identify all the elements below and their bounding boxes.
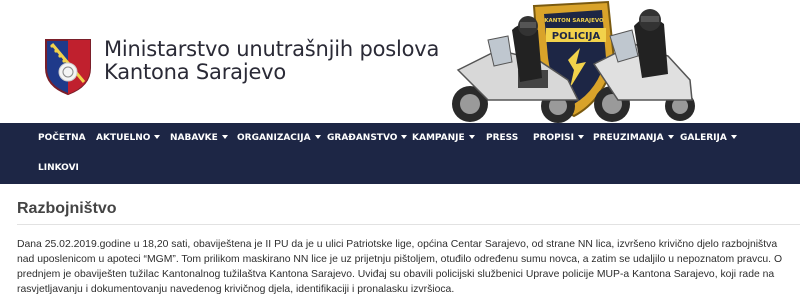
ministry-crest-icon — [45, 39, 91, 96]
caret-down-icon — [401, 134, 408, 139]
nav-item-press[interactable]: Press — [486, 133, 518, 143]
nav-label: Nabavke — [170, 133, 218, 143]
nav-label: Press — [486, 133, 519, 143]
title-divider — [17, 224, 800, 225]
nav-item-kampanje[interactable]: Kampanje — [412, 133, 475, 143]
main-navbar: Početna Aktuelno Nabavke Organizacija Gr… — [0, 123, 800, 184]
nav-item-pocetna[interactable]: Početna — [38, 133, 86, 143]
police-motorcycles-banner: POLICIJA KANTON SARAJEVO — [452, 0, 695, 123]
site-logo[interactable]: Ministarstvo unutrašnjih poslova Kantona… — [44, 38, 439, 96]
page-title: Razbojništvo — [17, 200, 117, 217]
caret-down-icon — [468, 134, 475, 139]
nav-label: Linkovi — [38, 163, 79, 173]
nav-item-linkovi[interactable]: Linkovi — [38, 163, 79, 173]
site-title-line2: Kantona Sarajevo — [104, 60, 287, 84]
nav-item-preuzimanja[interactable]: Preuzimanja — [593, 133, 674, 143]
nav-item-propisi[interactable]: Propisi — [533, 133, 584, 143]
site-header: Ministarstvo unutrašnjih poslova Kantona… — [0, 0, 800, 123]
nav-label: Kampanje — [412, 133, 465, 143]
article-body: Dana 25.02.2019.godine u 18,20 sati, oba… — [17, 239, 783, 295]
caret-down-icon — [154, 134, 161, 139]
caret-down-icon — [667, 134, 674, 139]
nav-label: Preuzimanja — [593, 133, 664, 143]
nav-label: Propisi — [533, 133, 574, 143]
caret-down-icon — [730, 134, 737, 139]
nav-item-organizacija[interactable]: Organizacija — [237, 133, 321, 143]
nav-label: Građanstvo — [327, 133, 398, 143]
caret-down-icon — [221, 134, 228, 139]
badge-top-text: KANTON SARAJEVO — [544, 18, 604, 24]
nav-item-galerija[interactable]: Galerija — [680, 133, 737, 143]
nav-item-gradjanstvo[interactable]: Građanstvo — [327, 133, 408, 143]
nav-label: Aktuelno — [96, 133, 151, 143]
nav-item-nabavke[interactable]: Nabavke — [170, 133, 228, 143]
caret-down-icon — [314, 134, 321, 139]
badge-main-text: POLICIJA — [552, 31, 601, 42]
nav-item-aktuelno[interactable]: Aktuelno — [96, 133, 161, 143]
site-title[interactable]: Ministarstvo unutrašnjih poslova Kantona… — [104, 38, 439, 84]
nav-label: Galerija — [680, 133, 727, 143]
site-title-line1: Ministarstvo unutrašnjih poslova — [104, 37, 440, 61]
caret-down-icon — [577, 134, 584, 139]
nav-label: Organizacija — [237, 133, 311, 143]
nav-label: Početna — [38, 133, 86, 143]
main-content: Razbojništvo Dana 25.02.2019.godine u 18… — [0, 184, 800, 301]
